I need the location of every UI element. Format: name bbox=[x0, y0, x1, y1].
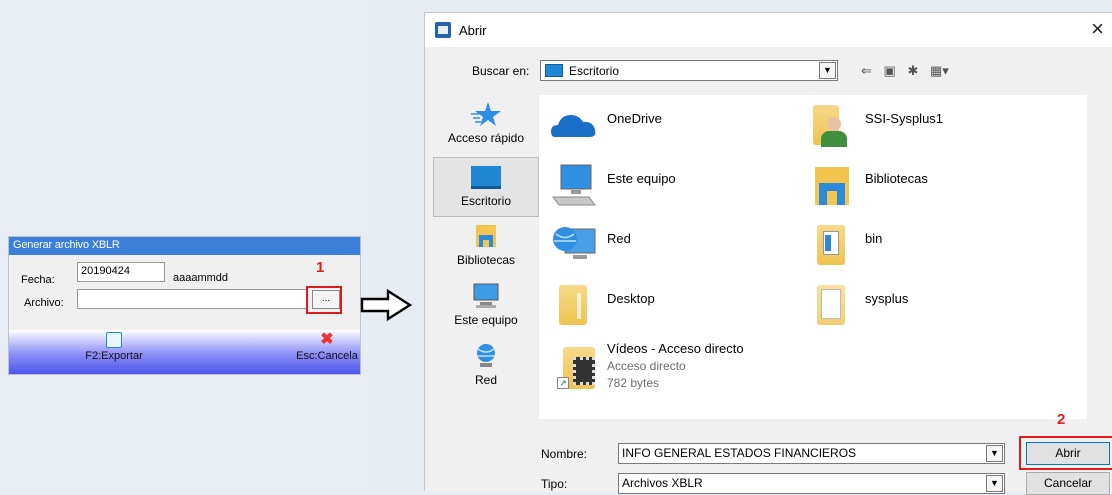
place-libraries[interactable]: Bibliotecas bbox=[433, 217, 539, 277]
highlight-box-browse bbox=[306, 286, 342, 314]
lookin-label: Buscar en: bbox=[472, 64, 530, 78]
cancel-toolbar-button[interactable]: ✖ Esc:Cancela bbox=[291, 331, 363, 363]
place-label: Acceso rápido bbox=[447, 131, 525, 145]
folder-icon bbox=[807, 223, 857, 267]
view-menu-icon[interactable]: ▦▾ bbox=[930, 63, 949, 78]
list-item[interactable]: SSI-Sysplus1 bbox=[797, 95, 1057, 155]
places-bar: Acceso rápido Escritorio Bibliotecas Est… bbox=[433, 95, 539, 430]
step-number-1: 1 bbox=[316, 259, 325, 276]
highlight-box-open bbox=[1019, 436, 1112, 470]
folder-icon bbox=[549, 283, 599, 327]
file-name: Red bbox=[607, 231, 631, 246]
computer-icon bbox=[473, 283, 499, 308]
file-size: 782 bytes bbox=[607, 376, 660, 390]
place-label: Bibliotecas bbox=[456, 253, 516, 267]
place-label: Escritorio bbox=[460, 194, 511, 208]
close-button[interactable]: × bbox=[1091, 17, 1104, 41]
lookin-dropdown[interactable]: Escritorio ▼ bbox=[540, 60, 838, 81]
list-item[interactable]: ↗ Vídeos - Acceso directo Acceso directo… bbox=[539, 335, 799, 419]
file-name: SSI-Sysplus1 bbox=[865, 111, 944, 126]
file-type: Acceso directo bbox=[607, 359, 686, 373]
file-name: bin bbox=[865, 231, 883, 246]
computer-icon bbox=[552, 164, 596, 206]
background-window: Generar archivo XBLR Fecha: 20190424 aaa… bbox=[0, 0, 370, 491]
place-desktop[interactable]: Escritorio bbox=[433, 157, 539, 217]
filename-value: INFO GENERAL ESTADOS FINANCIEROS bbox=[622, 446, 857, 460]
list-item[interactable]: OneDrive bbox=[539, 95, 799, 155]
file-path-input[interactable] bbox=[77, 289, 307, 309]
user-folder-icon bbox=[807, 103, 857, 147]
libraries-icon bbox=[815, 167, 849, 205]
video-shortcut-icon: ↗ bbox=[549, 347, 599, 391]
list-item[interactable]: Red bbox=[539, 215, 799, 275]
desktop-icon bbox=[471, 166, 501, 189]
desktop-icon bbox=[545, 64, 563, 77]
file-name: Este equipo bbox=[607, 171, 676, 186]
chevron-down-icon[interactable]: ▼ bbox=[819, 62, 836, 79]
xblr-toolbar: F2:Exportar ✖ Esc:Cancela bbox=[9, 330, 360, 374]
cancel-toolbar-label: Esc:Cancela bbox=[296, 350, 358, 362]
place-label: Red bbox=[474, 373, 497, 387]
folder-icon bbox=[807, 283, 857, 327]
lookin-value: Escritorio bbox=[569, 64, 620, 78]
xblr-form-title: Generar archivo XBLR bbox=[9, 237, 360, 255]
place-network[interactable]: Red bbox=[433, 337, 539, 397]
close-icon: ✖ bbox=[320, 331, 334, 348]
file-name: Vídeos - Acceso directo bbox=[607, 341, 744, 356]
up-folder-icon[interactable]: ▣ bbox=[884, 63, 896, 78]
new-folder-icon[interactable]: ✱ bbox=[907, 63, 918, 78]
star-icon bbox=[471, 102, 501, 126]
dialog-body: Buscar en: Escritorio ▼ ⇐ ▣ ✱ ▦▾ Acceso … bbox=[425, 47, 1112, 495]
file-name: Desktop bbox=[607, 291, 655, 306]
file-name: OneDrive bbox=[607, 111, 662, 126]
chevron-down-icon[interactable]: ▼ bbox=[986, 475, 1003, 492]
file-list: OneDrive SSI-Sysplus1 Este equipo Biblio… bbox=[539, 95, 1087, 419]
place-label: Este equipo bbox=[454, 313, 518, 327]
list-item[interactable]: bin bbox=[797, 215, 1057, 275]
dialog-title: Abrir bbox=[459, 23, 487, 38]
file-name: sysplus bbox=[865, 291, 909, 306]
back-arrow-icon[interactable]: ⇐ bbox=[861, 63, 872, 78]
export-button[interactable]: F2:Exportar bbox=[79, 332, 149, 362]
cancel-button[interactable]: Cancelar bbox=[1026, 472, 1110, 495]
filename-label: Nombre: bbox=[541, 447, 588, 461]
date-input[interactable]: 20190424 bbox=[77, 262, 165, 282]
list-item[interactable]: sysplus bbox=[797, 275, 1057, 335]
arrow-right-icon bbox=[360, 288, 412, 322]
file-label: Archivo: bbox=[24, 297, 64, 309]
onedrive-icon bbox=[551, 115, 596, 137]
step-number-2: 2 bbox=[1057, 411, 1066, 428]
file-name: Bibliotecas bbox=[865, 171, 928, 186]
app-icon bbox=[435, 22, 451, 38]
dialog-titlebar: Abrir × bbox=[425, 13, 1112, 47]
list-item[interactable]: Desktop bbox=[539, 275, 799, 335]
nav-toolbar: ⇐ ▣ ✱ ▦▾ bbox=[861, 63, 957, 79]
export-icon bbox=[106, 332, 122, 348]
date-format-hint: aaaammdd bbox=[173, 272, 229, 284]
open-file-dialog: Abrir × Buscar en: Escritorio ▼ ⇐ ▣ ✱ ▦▾… bbox=[424, 12, 1112, 495]
filename-input[interactable]: INFO GENERAL ESTADOS FINANCIEROS ▼ bbox=[618, 443, 1005, 464]
libraries-icon bbox=[476, 225, 496, 247]
export-label: F2:Exportar bbox=[85, 350, 143, 362]
network-icon bbox=[477, 344, 495, 367]
date-label: Fecha: bbox=[21, 274, 55, 286]
network-icon bbox=[553, 227, 596, 259]
list-item[interactable]: Bibliotecas bbox=[797, 155, 1057, 215]
list-item[interactable]: Este equipo bbox=[539, 155, 799, 215]
place-this-pc[interactable]: Este equipo bbox=[433, 277, 539, 337]
filetype-label: Tipo: bbox=[541, 477, 568, 491]
chevron-down-icon[interactable]: ▼ bbox=[986, 445, 1003, 462]
filetype-value: Archivos XBLR bbox=[622, 476, 703, 490]
place-quick-access[interactable]: Acceso rápido bbox=[433, 95, 539, 155]
